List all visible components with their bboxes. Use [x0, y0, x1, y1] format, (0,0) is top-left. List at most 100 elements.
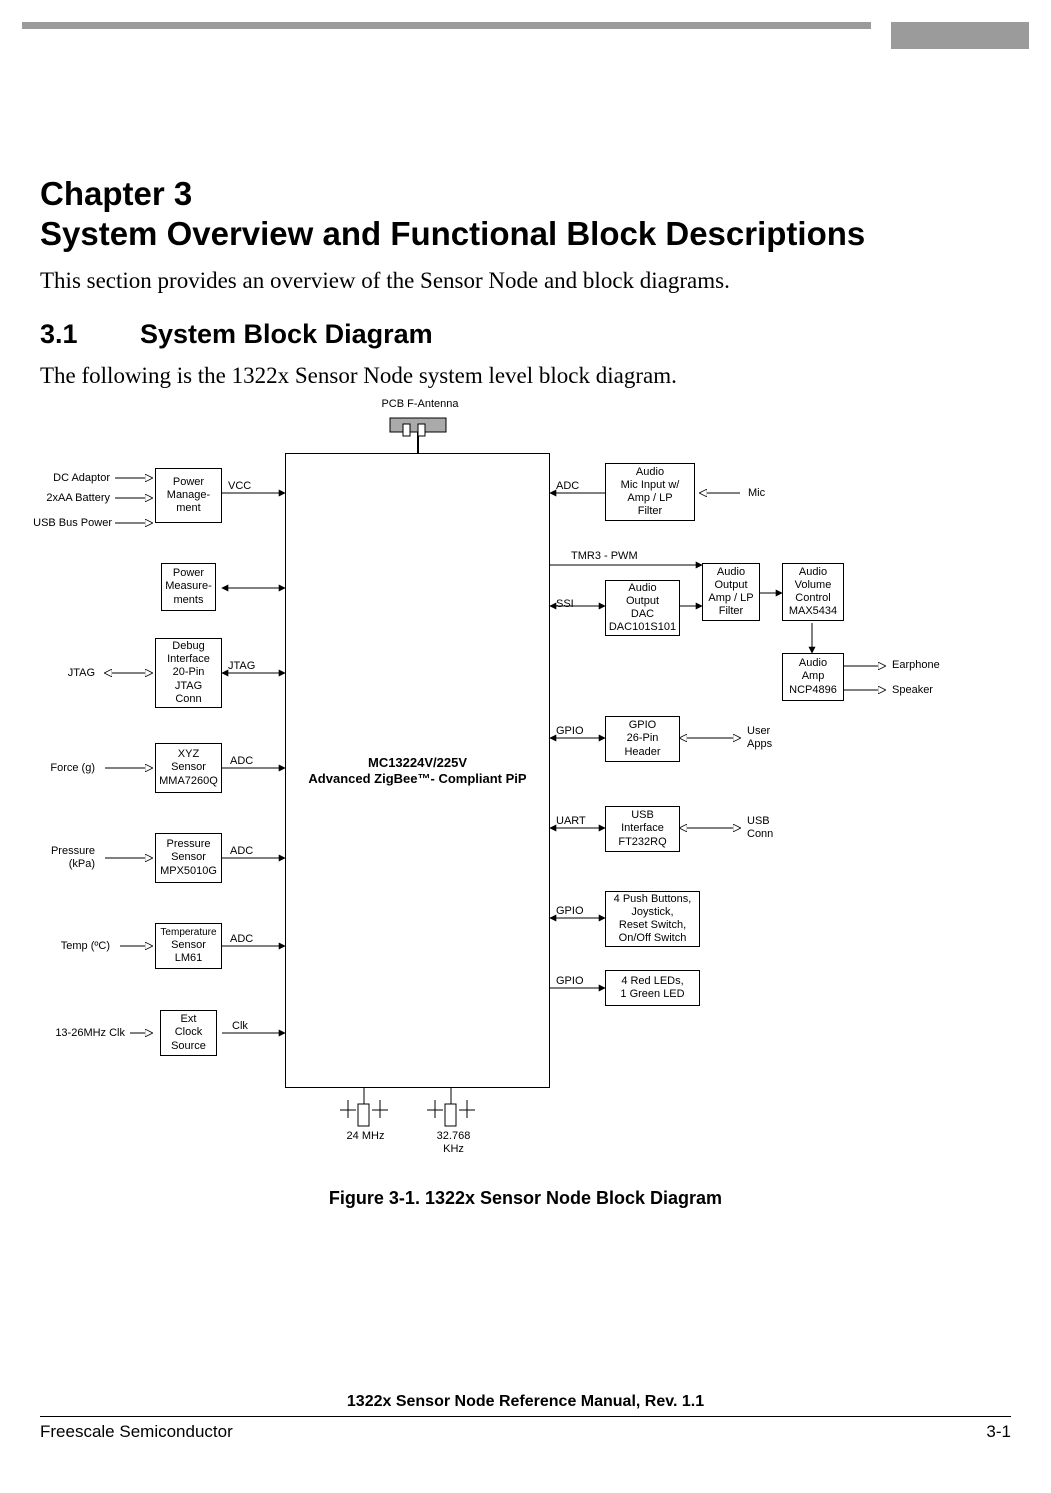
debug-l2: Interface — [167, 653, 210, 666]
clk-label: Clk — [232, 1020, 248, 1033]
audio-dac-l2: Output — [626, 595, 659, 608]
audio-amp2-l1: Audio — [799, 657, 827, 670]
adc3-label: ADC — [230, 933, 253, 946]
usb-conn-l1: USB — [747, 815, 770, 828]
audio-mic-in-box: Audio Mic Input w/ Amp / LP Filter — [605, 463, 695, 521]
extclk-l3: Source — [171, 1040, 206, 1053]
debug-box: Debug Interface 20-Pin JTAG Conn — [155, 638, 222, 708]
mic-in-l4: Filter — [638, 505, 662, 518]
power-mgmt-l3: ment — [176, 502, 200, 515]
footer-title: 1322x Sensor Node Reference Manual, Rev.… — [0, 1393, 1051, 1411]
audio-dac-box: Audio Output DAC DAC101S101 — [605, 580, 680, 636]
audio-dac-l4: DAC101S101 — [609, 621, 676, 634]
audio-vol-box: Audio Volume Control MAX5434 — [782, 563, 844, 621]
press-l2: Sensor — [171, 851, 206, 864]
gpio-hdr-l3: Header — [624, 746, 660, 759]
chapter-title: System Overview and Functional Block Des… — [40, 215, 865, 253]
section-number: 3.1 — [40, 319, 78, 350]
user-apps-l1: User — [747, 725, 770, 738]
uart-label: UART — [556, 815, 586, 828]
usb-bus-power-label: USB Bus Power — [22, 517, 112, 530]
power-mgmt-l1: Power — [173, 476, 204, 489]
power-mgmt-box: Power Manage- ment — [155, 468, 222, 523]
earphone-label: Earphone — [892, 659, 940, 672]
extclk-box: Ext Clock Source — [160, 1010, 217, 1056]
speaker-label: Speaker — [892, 684, 933, 697]
audio-vol-l2: Volume — [795, 579, 832, 592]
intro-paragraph: This section provides an overview of the… — [40, 268, 730, 294]
audio-vol-l3: Control — [795, 592, 830, 605]
press-l3: MPX5010G — [160, 865, 217, 878]
mic-label: Mic — [748, 487, 765, 500]
audio-dac-l1: Audio — [628, 582, 656, 595]
leds-l1: 4 Red LEDs, — [621, 975, 683, 988]
xyz-box: XYZ Sensor MMA7260Q — [155, 743, 222, 793]
usb-if-l3: FT232RQ — [618, 836, 666, 849]
power-mgmt-l2: Manage- — [167, 489, 210, 502]
footer-rule — [40, 1416, 1011, 1417]
audio-amp-lp-l4: Filter — [719, 605, 743, 618]
pressure-box: Pressure Sensor MPX5010G — [155, 833, 222, 883]
power-meas-l2: Measure- — [165, 580, 211, 593]
gpio3-label: GPIO — [556, 975, 584, 988]
extclk-l1: Ext — [181, 1013, 197, 1026]
xtal-32khz-l2: KHz — [426, 1143, 481, 1156]
section-title: System Block Diagram — [140, 319, 433, 350]
gpio1-label: GPIO — [556, 725, 584, 738]
debug-l4: JTAG — [175, 680, 202, 693]
press-l1: Pressure — [166, 838, 210, 851]
main-chip-line1: MC13224V/225V — [368, 755, 467, 771]
buttons-l3: Reset Switch, — [619, 919, 686, 932]
mic-in-l1: Audio — [636, 466, 664, 479]
audio-amp-lp-box: Audio Output Amp / LP Filter — [702, 563, 760, 621]
buttons-l1: 4 Push Buttons, — [614, 893, 692, 906]
temp-l2: Sensor — [171, 939, 206, 952]
tmr3-label: TMR3 - PWM — [571, 550, 638, 563]
gpio-hdr-l2: 26-Pin — [627, 732, 659, 745]
block-diagram: MC13224V/225V Advanced ZigBee™- Complian… — [40, 398, 1000, 1168]
buttons-l2: Joystick, — [631, 906, 673, 919]
audio-amp-lp-l1: Audio — [717, 566, 745, 579]
footer-page-number: 3-1 — [986, 1422, 1011, 1442]
leds-l2: 1 Green LED — [620, 988, 684, 1001]
figure-caption: Figure 3-1. 1322x Sensor Node Block Diag… — [0, 1188, 1051, 1209]
page: Chapter 3 System Overview and Functional… — [0, 0, 1051, 1493]
temp-box: Temperature Sensor LM61 — [155, 923, 222, 969]
temp-l3: LM61 — [175, 952, 203, 965]
buttons-l4: On/Off Switch — [619, 932, 687, 945]
mic-in-l2: Mic Input w/ — [621, 479, 680, 492]
top-rule-main — [22, 22, 871, 29]
user-apps-l2: Apps — [747, 738, 772, 751]
extclk-label: 13-26MHz Clk — [35, 1027, 125, 1040]
temp-l1: Temperature — [160, 927, 216, 939]
xyz-l1: XYZ — [178, 748, 199, 761]
power-meas-l1: Power — [173, 567, 204, 580]
xyz-l3: MMA7260Q — [159, 775, 218, 788]
audio-amp-box: Audio Amp NCP4896 — [782, 653, 844, 701]
audio-vol-l1: Audio — [799, 566, 827, 579]
jtag-conn-label: JTAG — [228, 660, 255, 673]
leds-box: 4 Red LEDs, 1 Green LED — [605, 970, 700, 1006]
antenna-label: PCB F-Antenna — [370, 398, 470, 411]
force-label: Force (g) — [40, 762, 95, 775]
ssi-label: SSI — [556, 598, 574, 611]
audio-vol-l4: MAX5434 — [789, 605, 837, 618]
usb-conn-l2: Conn — [747, 828, 773, 841]
section-paragraph: The following is the 1322x Sensor Node s… — [40, 363, 677, 389]
jtag-left-label: JTAG — [40, 667, 95, 680]
adc1-label: ADC — [230, 755, 253, 768]
battery-label: 2xAA Battery — [40, 492, 110, 505]
footer-left: Freescale Semiconductor — [40, 1422, 233, 1442]
power-meas-l3: ments — [174, 594, 204, 607]
adc-right-label: ADC — [556, 480, 579, 493]
audio-amp-lp-l2: Output — [714, 579, 747, 592]
gpio-hdr-l1: GPIO — [629, 719, 657, 732]
pressure-label2: (kPa) — [40, 858, 95, 871]
chapter-number: Chapter 3 — [40, 175, 192, 213]
audio-amp2-l2: Amp — [802, 670, 825, 683]
debug-l3: 20-Pin — [173, 666, 205, 679]
usb-interface-box: USB Interface FT232RQ — [605, 806, 680, 852]
temp-label: Temp (ºC) — [40, 940, 110, 953]
audio-amp2-l3: NCP4896 — [789, 684, 837, 697]
top-rule-block — [891, 22, 1029, 49]
